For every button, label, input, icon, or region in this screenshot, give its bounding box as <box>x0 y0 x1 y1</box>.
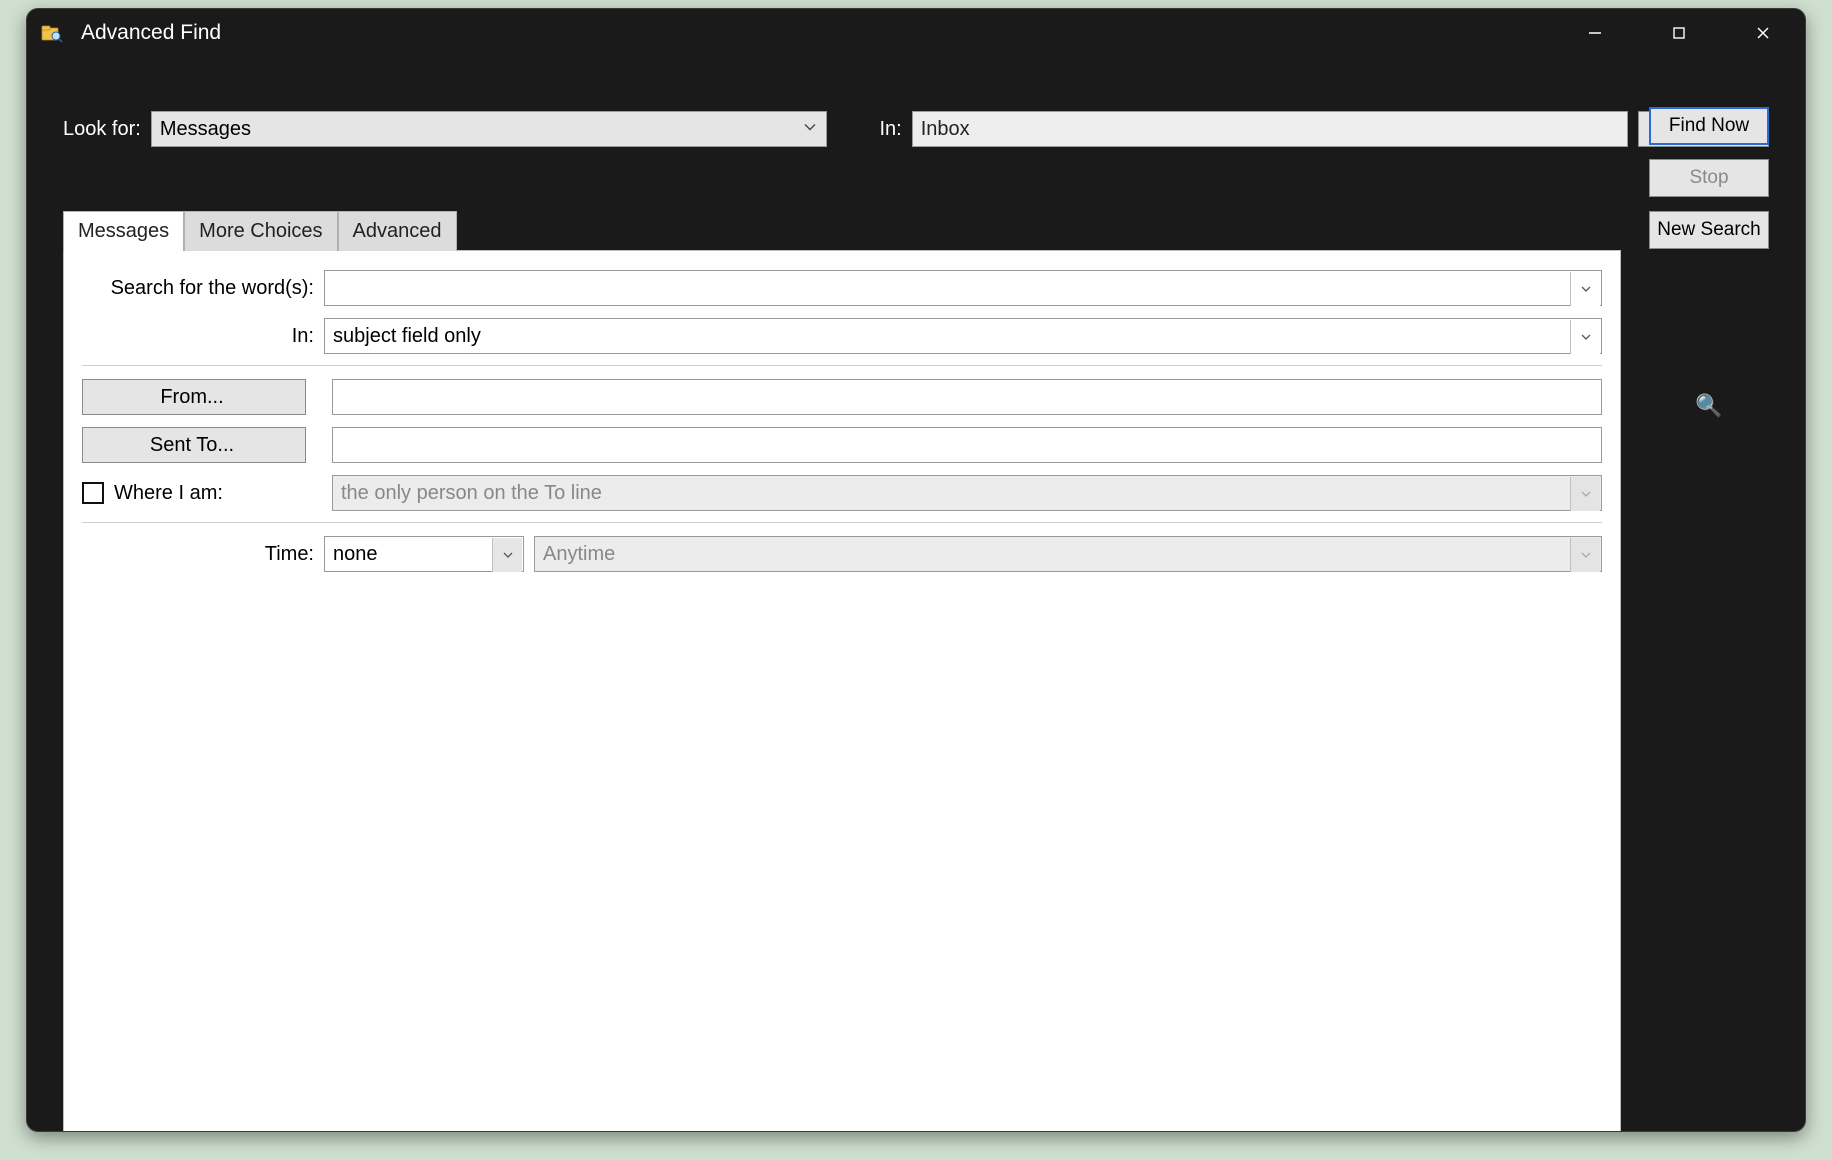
search-words-label: Search for the word(s): <box>82 277 324 300</box>
titlebar: Advanced Find <box>27 9 1805 57</box>
chevron-down-icon <box>1570 538 1600 572</box>
from-button[interactable]: From... <box>82 379 306 415</box>
sent-to-input[interactable] <box>332 427 1602 463</box>
window-title: Advanced Find <box>81 21 221 45</box>
messages-tab-panel: Search for the word(s): In: subject fiel… <box>63 250 1621 1132</box>
from-input[interactable] <box>332 379 1602 415</box>
in-folder-input[interactable] <box>912 111 1628 147</box>
stop-button: Stop <box>1649 159 1769 197</box>
separator <box>82 522 1602 523</box>
tab-row: Messages More Choices Advanced <box>27 147 1621 251</box>
time-label: Time: <box>82 543 324 566</box>
chevron-down-icon <box>802 118 818 141</box>
where-i-am-checkbox[interactable] <box>82 482 104 504</box>
look-for-dropdown[interactable]: Messages <box>151 111 827 147</box>
separator <box>82 365 1602 366</box>
magnifier-icon: 🔍 <box>1695 393 1722 419</box>
time-range-dropdown: Anytime <box>534 536 1602 572</box>
look-for-label: Look for: <box>63 118 141 141</box>
chevron-down-icon <box>1570 320 1600 354</box>
chevron-down-icon <box>492 538 522 572</box>
folder-search-icon <box>41 22 63 44</box>
tab-messages[interactable]: Messages <box>63 211 184 251</box>
right-button-column: Find Now Stop New Search 🔍 <box>1649 107 1769 419</box>
minimize-button[interactable] <box>1553 9 1637 57</box>
in-label: In: <box>879 118 901 141</box>
tab-advanced[interactable]: Advanced <box>338 211 457 251</box>
maximize-button[interactable] <box>1637 9 1721 57</box>
new-search-button[interactable]: New Search <box>1649 211 1769 249</box>
where-i-am-label: Where I am: <box>114 482 223 505</box>
time-dropdown[interactable]: none <box>324 536 524 572</box>
top-controls: Look for: Messages In: Browse... <box>27 57 1805 147</box>
find-now-button[interactable]: Find Now <box>1649 107 1769 145</box>
chevron-down-icon <box>1570 477 1600 511</box>
search-in-dropdown[interactable]: subject field only <box>324 318 1602 354</box>
chevron-down-icon <box>1570 272 1600 306</box>
look-for-value: Messages <box>160 118 251 141</box>
advanced-find-window: Advanced Find Look for: Messages In: Bro… <box>26 8 1806 1132</box>
where-i-am-dropdown: the only person on the To line <box>332 475 1602 511</box>
sent-to-button[interactable]: Sent To... <box>82 427 306 463</box>
search-in-label: In: <box>82 325 324 348</box>
close-button[interactable] <box>1721 9 1805 57</box>
tab-more-choices[interactable]: More Choices <box>184 211 337 251</box>
search-words-input[interactable] <box>324 270 1602 306</box>
